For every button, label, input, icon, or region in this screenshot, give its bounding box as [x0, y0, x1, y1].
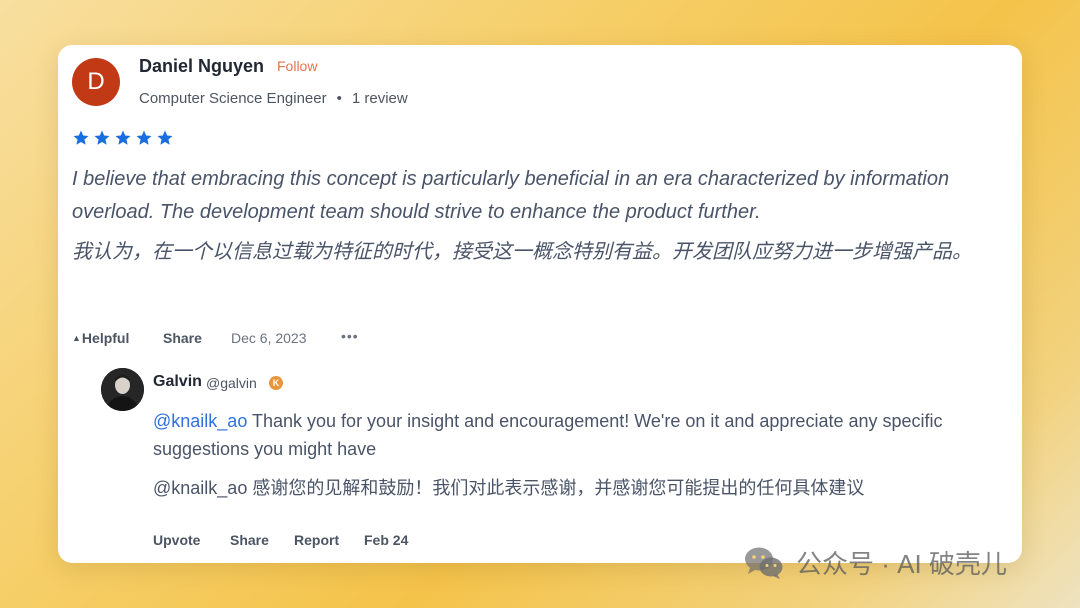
reply-text-chinese: @knailk_ao 感谢您的见解和鼓励！我们对此表示感谢，并感谢您可能提出的任…: [153, 478, 865, 498]
person-photo-icon: [101, 368, 144, 411]
reply-author-handle[interactable]: @galvin: [206, 375, 257, 391]
review-date: Dec 6, 2023: [231, 330, 307, 346]
star-rating: [72, 129, 174, 147]
reply-date: Feb 24: [364, 532, 409, 548]
review-count: 1 review: [351, 90, 408, 107]
star-icon: [136, 130, 152, 145]
report-button[interactable]: Report: [294, 532, 339, 548]
meta-separator: •: [336, 90, 342, 107]
review-text-english: I believe that embracing this concept is…: [72, 168, 950, 223]
review-card: D Daniel Nguyen Follow Computer Science …: [58, 45, 1022, 563]
watermark-text: 公众号 · AI 破壳儿: [796, 549, 1007, 579]
share-button[interactable]: Share: [163, 330, 202, 346]
author-meta: Computer Science Engineer • 1 review: [139, 90, 408, 107]
star-icon: [94, 130, 110, 145]
karma-badge-icon: K: [269, 376, 283, 390]
author-name[interactable]: Daniel Nguyen: [139, 56, 264, 77]
reply-avatar[interactable]: [101, 368, 144, 411]
reply-share-button[interactable]: Share: [230, 532, 269, 548]
star-icon: [73, 130, 89, 145]
upvote-triangle-icon: ▲: [72, 333, 81, 343]
watermark: 公众号 · AI 破壳儿: [744, 544, 1007, 581]
upvote-button[interactable]: Upvote: [153, 532, 200, 548]
reply-author-name[interactable]: Galvin: [153, 373, 202, 391]
more-options-icon[interactable]: •••: [341, 328, 359, 344]
author-avatar[interactable]: D: [72, 58, 120, 106]
wechat-icon: [745, 547, 783, 579]
helpful-button[interactable]: ▲Helpful: [72, 330, 129, 346]
helpful-label: Helpful: [81, 330, 130, 346]
mention-link[interactable]: @knailk_ao: [153, 411, 247, 431]
star-icon: [157, 130, 173, 145]
star-icon: [115, 130, 131, 145]
reply-text-english: @knailk_ao Thank you for your insight an…: [153, 407, 1003, 463]
follow-button[interactable]: Follow: [277, 58, 317, 74]
review-text-chinese: 我认为，在一个以信息过载为特征的时代，接受这一概念特别有益。开发团队应努力进一步…: [72, 241, 972, 263]
reply-body-english: Thank you for your insight and encourage…: [153, 411, 943, 459]
author-job-title: Computer Science Engineer: [139, 90, 327, 107]
